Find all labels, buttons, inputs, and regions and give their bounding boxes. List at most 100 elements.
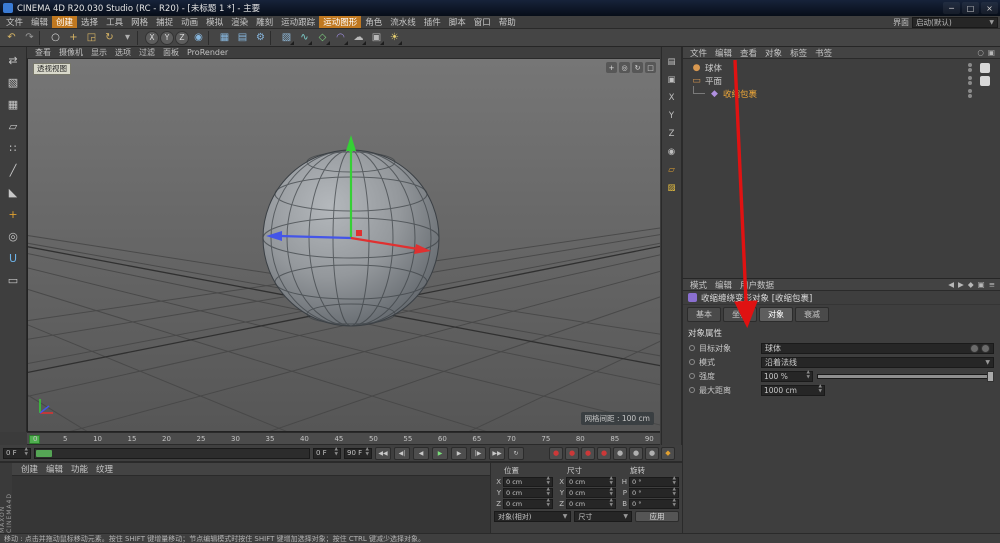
lock-icon[interactable]: ▣	[988, 48, 995, 57]
material-menu-item[interactable]: 纹理	[92, 463, 117, 475]
record-parameter-button[interactable]: ●	[629, 447, 643, 460]
position-field[interactable]: 0 cm▲▼	[503, 488, 553, 498]
viewport-menu-item[interactable]: 面板	[159, 47, 183, 58]
coordinate-group-header[interactable]: 旋转	[620, 465, 679, 476]
menu-item[interactable]: 运动图形	[319, 16, 361, 28]
rotation-field[interactable]: 0 °▲▼	[629, 488, 679, 498]
record-position-button[interactable]: ●	[581, 447, 595, 460]
preview-range-slider[interactable]	[34, 448, 310, 459]
lock-z-axis-icon[interactable]: Z	[664, 127, 679, 141]
coordinate-group-header[interactable]: 尺寸	[557, 465, 616, 476]
visibility-dots[interactable]	[968, 76, 972, 85]
attribute-menu-item[interactable]: 用户数据	[736, 279, 778, 290]
size-mode-select[interactable]: 尺寸 ▼	[574, 511, 632, 522]
menu-item[interactable]: 运动跟踪	[277, 16, 319, 28]
goto-end-button[interactable]: ▶▶	[489, 447, 505, 460]
object-manager-menu-item[interactable]: 编辑	[711, 47, 736, 58]
title-bar[interactable]: CINEMA 4D R20.030 Studio (RC - R20) - [未…	[0, 0, 1000, 16]
search-icon[interactable]: ○	[977, 48, 984, 57]
lock-icon[interactable]: ▣	[978, 280, 985, 289]
material-menu-item[interactable]: 编辑	[42, 463, 67, 475]
keyframe-dot[interactable]	[689, 345, 695, 351]
spinner-icon[interactable]: ▲▼	[610, 477, 613, 487]
texture-mode-icon[interactable]: ▦	[3, 95, 23, 114]
position-field[interactable]: 0 cm▲▼	[503, 477, 553, 487]
render-settings-button[interactable]: ⚙	[252, 30, 269, 46]
attribute-tab[interactable]: 衰减	[795, 307, 829, 322]
apply-button[interactable]: 应用	[635, 511, 679, 522]
lock-y-axis-icon[interactable]: Y	[664, 109, 679, 123]
goto-start-button[interactable]: ◀◀	[375, 447, 391, 460]
menu-item[interactable]: 渲染	[227, 16, 252, 28]
spinner-icon[interactable]: ▲▼	[807, 371, 810, 381]
strength-slider[interactable]	[817, 374, 994, 379]
pin-icon[interactable]: ◆	[968, 280, 974, 289]
workplane-icon[interactable]: ▱	[664, 163, 679, 177]
viewport-menu-item[interactable]: 选项	[111, 47, 135, 58]
lock-x-button[interactable]: X	[145, 31, 159, 45]
object-row[interactable]: ◆ 收缩包裹	[683, 87, 1000, 100]
layout-select[interactable]: 启动(默认) ▼	[912, 17, 998, 28]
viewport-menu-item[interactable]: 显示	[87, 47, 111, 58]
maximize-button[interactable]: □	[962, 2, 979, 14]
rotation-field[interactable]: 0 °▲▼	[629, 477, 679, 487]
timeline-ruler[interactable]: 051015202530354045505560657075808590	[27, 432, 660, 445]
polygons-mode-icon[interactable]: ◣	[3, 183, 23, 202]
menu-item[interactable]: 插件	[420, 16, 445, 28]
object-row[interactable]: ▭ 平面	[683, 74, 1000, 87]
object-manager-menu-item[interactable]: 书签	[811, 47, 836, 58]
target-object-field[interactable]: 球体	[761, 343, 994, 354]
menu-item[interactable]: 工具	[102, 16, 127, 28]
record-rotation-button[interactable]: ●	[613, 447, 627, 460]
redo-button[interactable]: ↷	[21, 30, 38, 46]
slider-knob[interactable]	[987, 371, 994, 382]
range-slider-thumb[interactable]	[36, 450, 52, 457]
keyframe-dot[interactable]	[689, 373, 695, 379]
menu-item[interactable]: 选择	[77, 16, 102, 28]
coordinate-group-header[interactable]: 位置	[494, 465, 553, 476]
autokey-button[interactable]: ●	[565, 447, 579, 460]
attribute-menu-item[interactable]: 编辑	[711, 279, 736, 290]
size-field[interactable]: 0 cm▲▼	[566, 477, 616, 487]
object-label[interactable]: 收缩包裹	[723, 88, 757, 100]
maximize-view-icon[interactable]: □	[645, 62, 656, 73]
current-frame-field[interactable]: 0 F ▲▼	[3, 448, 31, 459]
rotate-view-icon[interactable]: ↻	[632, 62, 643, 73]
spinner-icon[interactable]: ▲▼	[819, 385, 822, 395]
range-end-field[interactable]: 90 F ▲▼	[344, 448, 372, 459]
spinner-icon[interactable]: ▲▼	[366, 448, 369, 458]
position-field[interactable]: 0 cm▲▼	[503, 499, 553, 509]
forward-arrow-icon[interactable]: ▶	[958, 280, 964, 289]
minimize-button[interactable]: ─	[943, 2, 960, 14]
rotate-button[interactable]: ↻	[101, 30, 118, 46]
record-keyframe-button[interactable]: ●	[549, 447, 563, 460]
next-key-button[interactable]: |▶	[470, 447, 486, 460]
visibility-dots[interactable]	[968, 89, 972, 98]
menu-item[interactable]: 雕刻	[252, 16, 277, 28]
spinner-icon[interactable]: ▲▼	[335, 448, 338, 458]
spinner-icon[interactable]: ▲▼	[25, 448, 28, 458]
visibility-dots[interactable]	[968, 63, 972, 72]
size-field[interactable]: 0 cm▲▼	[566, 488, 616, 498]
viewport-menu-item[interactable]: 过滤	[135, 47, 159, 58]
max-distance-field[interactable]: 1000 cm ▲▼	[761, 385, 825, 396]
menu-item[interactable]: 窗口	[470, 16, 495, 28]
coordinate-system-icon[interactable]: ◉	[664, 145, 679, 159]
last-tool-button[interactable]: ▾	[119, 30, 136, 46]
object-label[interactable]: 球体	[705, 62, 722, 74]
add-primitive-button[interactable]: ▧	[278, 30, 295, 46]
object-label[interactable]: 平面	[705, 75, 722, 87]
lock-x-axis-icon[interactable]: X	[664, 91, 679, 105]
render-view-button[interactable]: ▦	[216, 30, 233, 46]
make-editable-icon[interactable]: ⇄	[3, 51, 23, 70]
spinner-icon[interactable]: ▲▼	[547, 488, 550, 498]
spinner-icon[interactable]: ▲▼	[610, 499, 613, 509]
material-menu-item[interactable]: 创建	[17, 463, 42, 475]
scale-button[interactable]: ◲	[83, 30, 100, 46]
menu-item[interactable]: 角色	[361, 16, 386, 28]
pick-object-icon[interactable]	[970, 344, 979, 353]
spinner-icon[interactable]: ▲▼	[673, 488, 676, 498]
move-button[interactable]: +	[65, 30, 82, 46]
keyframe-dot[interactable]	[689, 387, 695, 393]
record-pla-button[interactable]: ●	[645, 447, 659, 460]
